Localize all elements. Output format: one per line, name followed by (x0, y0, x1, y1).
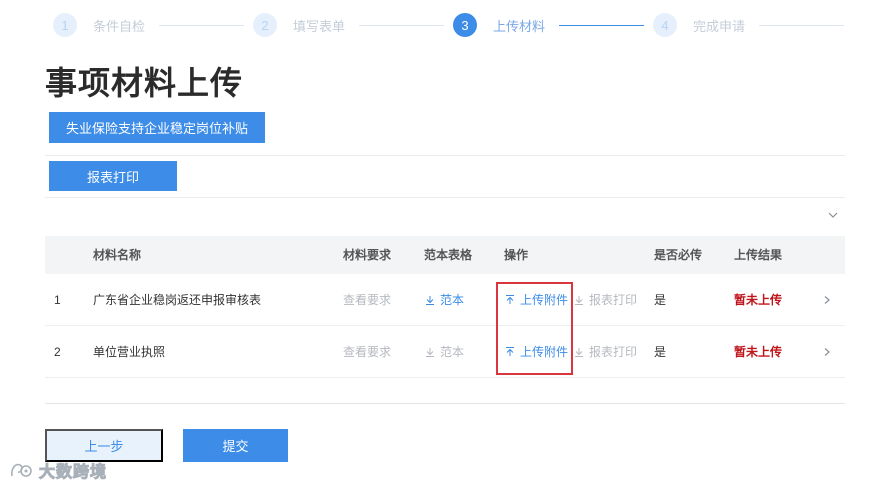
report-print-button[interactable]: 报表打印 (49, 161, 177, 191)
step-4-number: 4 (653, 13, 677, 37)
view-requirement-link[interactable]: 查看要求 (343, 326, 391, 378)
row-index: 2 (54, 345, 61, 359)
download-icon (575, 348, 583, 357)
step-3-label: 上传材料 (493, 18, 546, 34)
header-operation: 操作 (504, 248, 529, 262)
step-4-label: 完成申请 (693, 18, 746, 34)
step-2-label: 填写表单 (293, 18, 346, 34)
upload-status: 暂未上传 (734, 293, 783, 307)
header-name: 材料名称 (93, 248, 142, 262)
step-1-label: 条件自检 (93, 18, 146, 34)
divider (45, 155, 845, 156)
step-3-number: 3 (453, 13, 477, 37)
step-3: 3 上传材料 (453, 13, 645, 37)
material-name: 广东省企业稳岗返还申报审核表 (93, 293, 262, 307)
table-header: 材料名称 材料要求 范本表格 操作 是否必传 上传结果 (45, 236, 845, 274)
divider (45, 197, 845, 198)
step-3-connector (559, 24, 645, 26)
report-print-label: 报表打印 (589, 293, 638, 307)
header-result: 上传结果 (734, 248, 783, 262)
report-print-label: 报表打印 (589, 345, 638, 359)
download-icon (575, 296, 583, 305)
materials-table: 材料名称 材料要求 范本表格 操作 是否必传 上传结果 1 广东省企业稳岗返还申… (45, 236, 845, 378)
page-title: 事项材料上传 (45, 65, 244, 101)
required-flag: 是 (654, 293, 667, 307)
watermark-text: 大数跨境 (38, 464, 108, 482)
template-label: 范本 (440, 345, 465, 359)
upload-status: 暂未上传 (734, 345, 783, 359)
row-expand[interactable] (821, 326, 833, 378)
template-label: 范本 (440, 293, 465, 307)
header-template: 范本表格 (424, 248, 473, 262)
watermark-logo-icon (11, 463, 32, 477)
report-print-link[interactable]: 报表打印 (573, 326, 637, 378)
material-name: 单位营业执照 (93, 345, 166, 359)
divider (45, 403, 845, 404)
template-download-link[interactable]: 范本 (424, 326, 464, 378)
step-1: 1 条件自检 (53, 13, 245, 37)
chevron-down-icon[interactable] (826, 208, 840, 222)
submit-button[interactable]: 提交 (183, 429, 288, 462)
step-2: 2 填写表单 (253, 13, 445, 37)
step-2-connector (359, 24, 445, 26)
download-icon (426, 348, 434, 357)
step-4-connector (759, 24, 845, 26)
table-row: 2 单位营业执照 查看要求 范本 上传附件 报表打印 是 暂未上传 (45, 326, 845, 378)
row-expand[interactable] (821, 274, 833, 326)
chevron-right-icon (824, 348, 830, 356)
table-row: 1 广东省企业稳岗返还申报审核表 查看要求 范本 上传附件 报表打印 是 暂未上… (45, 274, 845, 326)
watermark: 大数跨境 (9, 458, 107, 482)
header-required: 是否必传 (654, 248, 703, 262)
row-index: 1 (54, 293, 61, 307)
report-print-link[interactable]: 报表打印 (573, 274, 637, 326)
view-requirement-link[interactable]: 查看要求 (343, 274, 391, 326)
progress-steps: 1 条件自检 2 填写表单 3 上传材料 4 完成申请 (0, 0, 873, 50)
chevron-right-icon (824, 296, 830, 304)
download-icon (426, 296, 434, 305)
required-flag: 是 (654, 345, 667, 359)
step-1-number: 1 (53, 13, 77, 37)
step-2-number: 2 (253, 13, 277, 37)
step-1-connector (159, 24, 245, 26)
annotation-highlight-box (496, 282, 573, 375)
step-4: 4 完成申请 (653, 13, 845, 37)
template-download-link[interactable]: 范本 (424, 274, 464, 326)
subsidy-item-button[interactable]: 失业保险支持企业稳定岗位补贴 (49, 112, 265, 143)
header-requirement: 材料要求 (343, 248, 392, 262)
